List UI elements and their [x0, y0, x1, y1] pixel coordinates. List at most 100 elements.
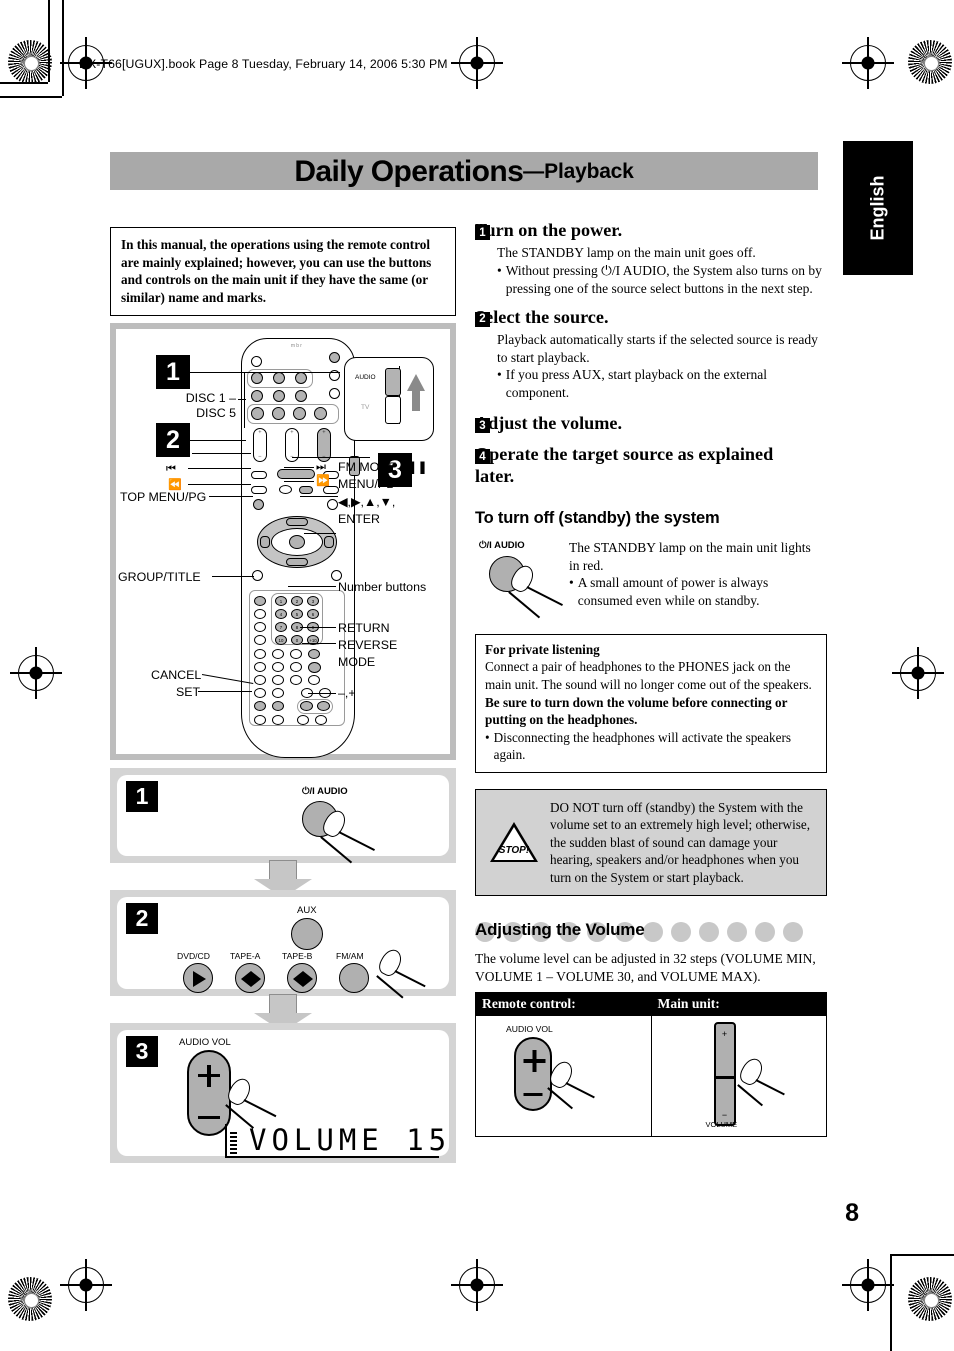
callout-up-arrow-stem — [412, 391, 420, 411]
label-disc1: DISC 1 – — [185, 391, 236, 405]
main-unit-plus-icon: + — [721, 1029, 728, 1040]
label-number-buttons: Number buttons — [338, 580, 427, 594]
remote-button-r6a — [254, 662, 266, 672]
bullet-dot: • — [497, 367, 502, 383]
panel2-label-tapea: TAPE-A — [230, 951, 261, 961]
label-disc-range: DISC 1 – DISC 5 — [144, 391, 236, 421]
remote-button-reverse-mode — [308, 662, 321, 673]
label-stop-icon: ■ — [176, 448, 183, 460]
volume-table-cell-remote: AUDIO VOL — [475, 1015, 652, 1138]
remote-button-r10b — [272, 715, 284, 725]
rev-icon-b — [293, 971, 303, 987]
step-2-bullet: • If you press AUX, start playback on th… — [475, 366, 827, 402]
right-column: 1 Turn on the power. The STANDBY lamp on… — [475, 219, 827, 1138]
step-panel-2: 2 AUX DVD/CD TAPE-A TAPE-B FM/AM — [110, 890, 456, 999]
private-listening-box: For private listening Connect a pair of … — [475, 633, 827, 773]
volume-up-icon — [198, 1065, 220, 1087]
registration-mark-top — [451, 37, 503, 89]
standby-body: The STANDBY lamp on the main unit lights… — [569, 539, 811, 573]
step-3-badge: 3 — [475, 418, 490, 434]
remote-number-7: 7 — [275, 622, 287, 632]
label-next-icon: ⏭ — [316, 461, 326, 473]
leader-badge1 — [190, 372, 340, 374]
registration-mark-br — [842, 1259, 894, 1311]
step-2: 2 Select the source. — [475, 307, 827, 329]
remote-number-1: 1 — [275, 596, 287, 606]
private-listening-title: For private listening — [485, 641, 600, 657]
warning-text: DO NOT turn off (standby) the System wit… — [550, 799, 811, 885]
standby-hand-line-a — [526, 585, 563, 606]
remote-button-plus — [317, 701, 330, 711]
step-panel-1-card: 1 ⏻/I AUDIO — [117, 775, 449, 864]
remote-control-diagram-panel: 1 2 3 mbr +− +− +− — [110, 323, 456, 760]
remote-nav-right — [324, 536, 334, 548]
volume-up-icon — [523, 1050, 546, 1073]
remote-button-r8a — [254, 688, 266, 698]
flow-arrow-1-shaft — [269, 860, 297, 880]
table-remote-hand-line-b — [547, 1087, 573, 1110]
label-group-title: GROUP/TITLE — [118, 570, 201, 584]
crop-mark-tl-h2 — [0, 82, 48, 84]
step-3-heading: Adjust the volume. — [475, 413, 623, 434]
language-tab-label: English — [867, 175, 888, 241]
label-mode: MODE — [338, 654, 376, 669]
crop-mark-tl-v2 — [48, 0, 50, 82]
registration-starburst-topright — [908, 40, 952, 84]
remote-button-r7b — [272, 675, 284, 685]
step-panel-2-badge: 2 — [126, 903, 158, 934]
remote-button-topmenu — [253, 499, 264, 510]
label-minus-plus: –,+ — [338, 686, 356, 700]
panel3-vol-label: AUDIO VOL — [179, 1037, 231, 1048]
callout-up-arrow — [407, 374, 425, 391]
remote-transport-play — [277, 469, 315, 479]
leader-badge3 — [292, 457, 370, 459]
page-title: Daily Operations — Playback — [110, 153, 818, 191]
remote-number-2: 2 — [291, 596, 303, 606]
manual-page: DX-T66[UGUX].book Page 8 Tuesday, Februa… — [0, 0, 954, 1351]
stop-warning-icon: STOP! — [490, 821, 538, 864]
label-reverse: REVERSE — [338, 638, 398, 652]
volume-section-header: Adjusting the Volume — [475, 920, 827, 946]
panel2-hand-line-a — [394, 970, 426, 987]
remote-button-r10a — [254, 715, 266, 725]
audio-tv-switch-callout: AUDIO TV — [344, 357, 434, 441]
standby-bullet-text: A small amount of power is always consum… — [577, 574, 769, 608]
panel2-label-dvdcd: DVD/CD — [177, 951, 210, 961]
panel2-label-fmam: FM/AM — [336, 951, 364, 961]
remote-nav-left — [260, 536, 270, 548]
bullet-dot: • — [485, 729, 490, 745]
step-2-heading: Select the source. — [475, 306, 609, 327]
volume-down-icon — [198, 1115, 220, 1119]
step-4: 4 Operate the target source as explained… — [475, 444, 827, 488]
registration-starburst-topleft — [8, 40, 52, 84]
panel1-hand-line-b — [320, 836, 353, 864]
step-panel-1-badge: 1 — [126, 781, 158, 812]
private-listening-bullet-text: Disconnecting the headphones will activa… — [493, 729, 791, 763]
registration-starburst-bottomright — [908, 1277, 952, 1321]
remote-transport-pause — [279, 485, 292, 494]
remote-number-5: 5 — [291, 609, 303, 619]
page-title-sub: Playback — [544, 160, 634, 183]
remote-button-minus — [300, 701, 313, 711]
remote-source-button-1 — [251, 407, 264, 420]
remote-button-left-4 — [254, 635, 266, 645]
label-return: RETURN — [338, 621, 390, 635]
remote-source-button-2 — [272, 407, 285, 420]
registration-mark-tr — [842, 37, 894, 89]
leader-next — [284, 467, 314, 469]
main-unit-volume-label: VOLUME — [705, 1120, 738, 1130]
label-top-menu-pg: TOP MENU/PG — [120, 490, 207, 504]
fwd-icon-a — [251, 971, 261, 987]
label-set: SET — [176, 685, 201, 699]
panel2-aux-button — [291, 918, 323, 950]
volume-table-body-row: AUDIO VOL + − VOLUME — [475, 1015, 827, 1138]
stop-icon-text: STOP! — [498, 844, 530, 856]
registration-starburst-bottomleft — [8, 1277, 52, 1321]
main-unit-minus-icon: − — [721, 1110, 728, 1121]
registration-mark-left — [10, 647, 62, 699]
page-number: 8 — [845, 1199, 859, 1227]
private-listening-text: Connect a pair of headphones to the PHON… — [485, 658, 817, 728]
remote-button-r8b — [272, 688, 284, 698]
label-fm-mode-text: FM MODE / — [338, 460, 407, 474]
remote-control-illustration: mbr +− +− +− — [241, 338, 360, 758]
